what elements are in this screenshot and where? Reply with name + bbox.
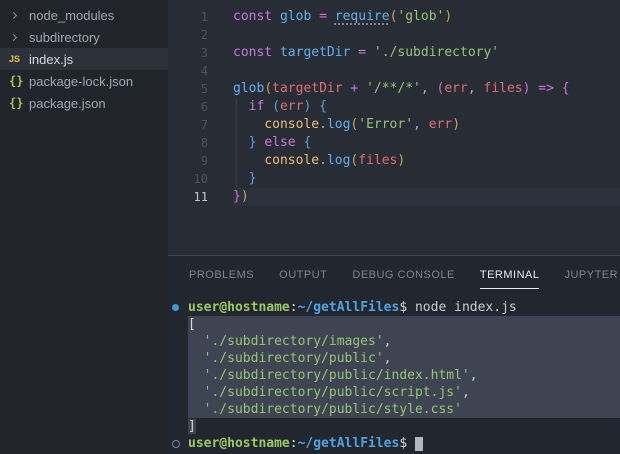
main-column: 1 const glob = require('glob') 2 3 const tar… <box>168 0 620 454</box>
terminal-line[interactable]: './subdirectory/public/script.js', <box>168 384 620 401</box>
tab-jupyter[interactable]: JUPYTER <box>564 259 618 289</box>
json-file-icon: {} <box>9 96 23 110</box>
code-text: console.log('Error', err) <box>233 116 620 134</box>
javascript-file-icon: JS <box>9 54 20 64</box>
terminal-line[interactable]: [ <box>168 316 620 333</box>
line-number: 8 <box>168 136 208 150</box>
line-number: 2 <box>168 28 208 42</box>
terminal-line[interactable]: './subdirectory/images', <box>168 333 620 350</box>
editor-line-3[interactable]: 3 const targetDir = './subdirectory' <box>168 44 620 62</box>
line-number: 6 <box>168 100 208 114</box>
file-label: subdirectory <box>29 30 100 45</box>
editor-line-11[interactable]: 11}) <box>168 188 620 206</box>
sidebar-item-subdirectory[interactable]: subdirectory <box>0 26 168 48</box>
terminal-line[interactable]: './subdirectory/public/style.css' <box>168 401 620 418</box>
json-file-icon: {} <box>9 74 29 88</box>
editor-line-5[interactable]: 5 glob(targetDir + '/**/*', (err, files) … <box>168 80 620 98</box>
chevron-right-icon <box>9 35 29 40</box>
terminal-text: './subdirectory/public/index.html', <box>188 367 620 384</box>
tab-terminal[interactable]: TERMINAL <box>480 259 540 289</box>
code-text: console.log(files) <box>233 152 620 170</box>
terminal-text: [ <box>188 316 620 333</box>
line-number: 1 <box>168 10 208 24</box>
file-explorer-sidebar[interactable]: node_modules subdirectory JS index.js {} pack… <box>0 0 168 454</box>
sidebar-item-node-modules[interactable]: node_modules <box>0 4 168 26</box>
chevron-right-icon <box>10 33 17 40</box>
javascript-file-icon: JS <box>9 54 29 64</box>
file-label: package-lock.json <box>29 74 133 89</box>
code-text: } else { <box>233 134 620 152</box>
chevron-right-icon <box>9 13 29 18</box>
sidebar-item-index-js[interactable]: JS index.js <box>0 48 168 70</box>
editor-line-1[interactable]: 1 const glob = require('glob') <box>168 8 620 26</box>
tab-problems[interactable]: PROBLEMS <box>189 259 254 289</box>
vscode-window: node_modules subdirectory JS index.js {} pack… <box>0 0 620 454</box>
json-file-icon: {} <box>9 74 23 88</box>
file-label: index.js <box>29 52 73 67</box>
line-number: 5 <box>168 82 208 96</box>
code-text: if (err) { <box>233 98 620 116</box>
terminal-text: ] <box>188 418 196 435</box>
sidebar-item-package-json[interactable]: {} package.json <box>0 92 168 114</box>
editor-line-4[interactable]: 4 <box>168 62 620 80</box>
code-editor[interactable]: 1 const glob = require('glob') 2 3 const tar… <box>168 0 620 255</box>
file-label: node_modules <box>29 8 114 23</box>
chevron-right-icon <box>10 11 17 18</box>
tab-output[interactable]: OUTPUT <box>279 259 327 289</box>
terminal-line[interactable]: './subdirectory/public', <box>168 350 620 367</box>
code-text: glob(targetDir + '/**/*', (err, files) =… <box>233 80 620 98</box>
terminal-text: './subdirectory/public/script.js', <box>188 384 620 401</box>
code-text: }) <box>233 188 620 206</box>
terminal-line[interactable]: ] <box>168 418 620 435</box>
file-label: package.json <box>29 96 106 111</box>
line-number: 4 <box>168 64 208 78</box>
code-text: } <box>233 170 620 188</box>
editor-line-2[interactable]: 2 <box>168 26 620 44</box>
terminal-line[interactable]: './subdirectory/public/index.html', <box>168 367 620 384</box>
tab-debug-console[interactable]: DEBUG CONSOLE <box>352 259 454 289</box>
line-number: 7 <box>168 118 208 132</box>
command-circle-icon <box>172 440 188 448</box>
line-number: 10 <box>168 172 208 186</box>
command-success-dot-icon <box>172 304 188 311</box>
terminal-cursor <box>415 437 423 451</box>
terminal-text: './subdirectory/images', <box>188 333 620 350</box>
sidebar-item-package-lock-json[interactable]: {} package-lock.json <box>0 70 168 92</box>
line-number: 3 <box>168 46 208 60</box>
terminal-line[interactable]: user@hostname:~/getAllFiles$ <box>168 435 620 452</box>
code-text: const glob = require('glob') <box>233 8 620 26</box>
terminal-output[interactable]: user@hostname:~/getAllFiles$ node index.… <box>168 299 620 454</box>
terminal-text: user@hostname:~/getAllFiles$ <box>188 435 423 452</box>
terminal-text: user@hostname:~/getAllFiles$ node index.… <box>188 299 517 316</box>
line-number: 11 <box>168 190 208 204</box>
terminal-line[interactable]: user@hostname:~/getAllFiles$ node index.… <box>168 299 620 316</box>
line-number: 9 <box>168 154 208 168</box>
indent-guide <box>236 98 237 188</box>
terminal-text: './subdirectory/public/style.css' <box>188 401 620 418</box>
terminal-text: './subdirectory/public', <box>188 350 620 367</box>
panel-tab-bar: PROBLEMS OUTPUT DEBUG CONSOLE TERMINAL JUPYT… <box>168 256 620 292</box>
code-text: const targetDir = './subdirectory' <box>233 44 620 62</box>
bottom-panel: PROBLEMS OUTPUT DEBUG CONSOLE TERMINAL JUPYT… <box>168 255 620 454</box>
json-file-icon: {} <box>9 96 29 110</box>
